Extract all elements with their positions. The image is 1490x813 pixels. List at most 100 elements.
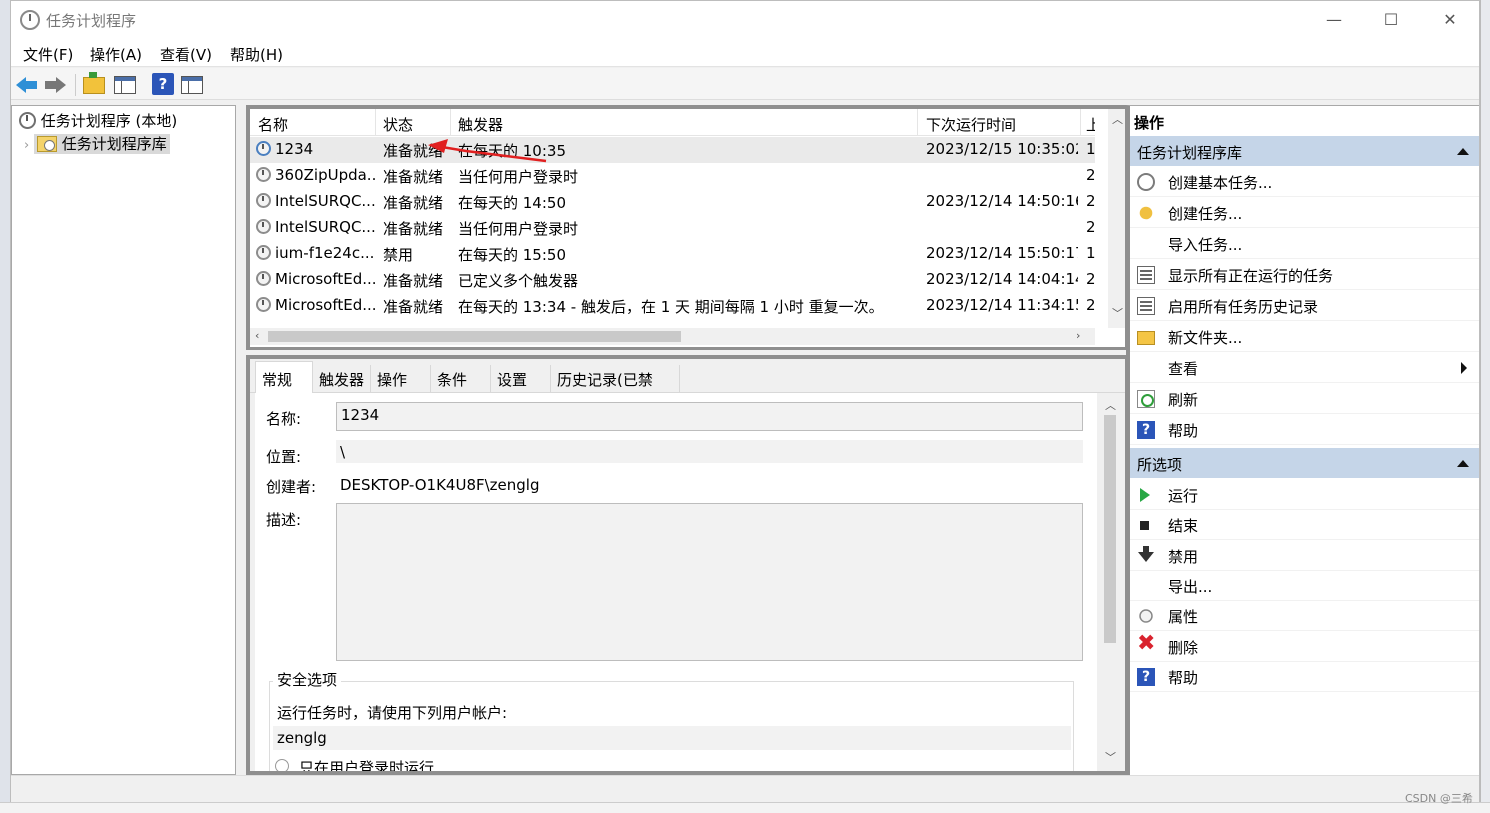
horizontal-scroll-thumb[interactable]: [268, 331, 681, 342]
run-as-user-field[interactable]: zenglg: [273, 726, 1071, 750]
table-row[interactable]: IntelSURQC... 准备就绪 当任何用户登录时 2: [250, 215, 1095, 241]
column-header-last-run[interactable]: 上: [1086, 114, 1095, 135]
tab-triggers[interactable]: 触发器: [313, 365, 371, 393]
task-trigger-cell: 在每天的 15:50: [458, 244, 913, 265]
run-only-logged-on-label: 只在用户登录时运行: [299, 759, 435, 771]
table-row[interactable]: IntelSURQC... 准备就绪 在每天的 14:50 2023/12/14 14…: [250, 189, 1095, 215]
action-item[interactable]: ? 帮助: [1130, 662, 1479, 692]
task-clock-icon: [256, 167, 271, 182]
table-row[interactable]: MicrosoftEd... 准备就绪 已定义多个触发器 2023/12/14 14:…: [250, 267, 1095, 293]
show-hide-action-pane-icon[interactable]: [181, 76, 203, 94]
description-field[interactable]: [336, 503, 1083, 661]
task-status-cell: 准备就绪: [383, 270, 449, 291]
table-row[interactable]: 1234 准备就绪 在每天的 10:35 2023/12/15 10:35:02 1: [250, 137, 1095, 163]
action-item-label: 查看: [1168, 360, 1199, 378]
tab-history[interactable]: 历史记录(已禁用): [551, 365, 680, 410]
actions-section-library[interactable]: 任务计划程序库: [1130, 136, 1479, 166]
action-item[interactable]: 查看: [1130, 353, 1479, 383]
action-item[interactable]: 刷新: [1130, 384, 1479, 414]
task-name-cell-text: 1234: [275, 140, 314, 158]
action-item[interactable]: 启用所有任务历史记录: [1130, 291, 1479, 321]
task-clock-icon: [256, 271, 271, 286]
details-scroll-up-arrow[interactable]: ︿: [1105, 397, 1116, 413]
action-item-label: 启用所有任务历史记录: [1168, 298, 1319, 316]
collapse-icon[interactable]: [1457, 460, 1469, 467]
taskbar-strip: [0, 802, 1490, 813]
task-last-run-cell-text: 2: [1086, 192, 1095, 210]
task-trigger-cell: 当任何用户登录时: [458, 218, 913, 239]
task-trigger-cell: 当任何用户登录时: [458, 166, 913, 187]
task-status-cell-text: 准备就绪: [383, 168, 444, 186]
action-item[interactable]: 导出...: [1130, 571, 1479, 601]
folder-icon: [1137, 331, 1155, 345]
menu-action[interactable]: 操作(A): [90, 44, 142, 65]
action-item-label: 帮助: [1168, 668, 1199, 687]
collapse-icon[interactable]: [1457, 148, 1469, 155]
run-only-logged-on-radio[interactable]: [275, 759, 289, 771]
task-name-cell: 1234: [256, 140, 376, 158]
menu-help[interactable]: 帮助(H): [230, 44, 283, 65]
action-item[interactable]: 显示所有正在运行的任务: [1130, 260, 1479, 290]
up-folder-icon[interactable]: [83, 72, 105, 94]
task-list: 名称 状态 触发器 下次运行时间 上 1234 准备就绪 在每天的 10:35 202…: [246, 105, 1129, 350]
location-label: 位置:: [266, 448, 302, 466]
task-trigger-cell-text: 在每天的 14:50: [458, 194, 566, 212]
action-item[interactable]: ✖ 删除: [1130, 632, 1479, 662]
scroll-left-arrow[interactable]: ‹: [255, 329, 259, 342]
column-header-status[interactable]: 状态: [383, 114, 413, 135]
maximize-button[interactable]: ☐: [1368, 7, 1414, 33]
action-item[interactable]: 结束: [1130, 510, 1479, 541]
name-field[interactable]: 1234: [336, 402, 1083, 431]
scroll-up-arrow[interactable]: ︿: [1112, 111, 1123, 127]
details-scroll-thumb[interactable]: [1104, 415, 1116, 643]
expander-icon[interactable]: ›: [24, 138, 29, 153]
close-button[interactable]: ✕: [1427, 7, 1473, 33]
help-icon[interactable]: ?: [152, 73, 174, 95]
menu-view[interactable]: 查看(V): [160, 44, 212, 65]
tab-conditions[interactable]: 条件: [431, 365, 491, 393]
title-bar[interactable]: 任务计划程序 — ☐ ✕: [11, 1, 1479, 39]
task-scheduler-app-icon: [20, 10, 40, 30]
tab-actions[interactable]: 操作: [371, 365, 431, 393]
action-item[interactable]: 运行: [1130, 480, 1479, 510]
back-icon[interactable]: [16, 73, 38, 95]
column-header-trigger[interactable]: 触发器: [458, 114, 503, 135]
menu-file[interactable]: 文件(F): [23, 44, 73, 65]
scroll-down-arrow[interactable]: ﹀: [1112, 305, 1123, 321]
details-vertical-scrollbar[interactable]: ︿ ﹀: [1099, 393, 1121, 771]
action-item-label: 创建任务...: [1168, 205, 1243, 223]
run-as-label: 运行任务时，请使用下列用户帐户:: [277, 704, 508, 722]
action-item[interactable]: 导入任务...: [1130, 229, 1479, 259]
show-hide-console-tree-icon[interactable]: [114, 76, 136, 94]
table-row[interactable]: ium-f1e24c... 禁用 在每天的 15:50 2023/12/14 15:5…: [250, 241, 1095, 267]
task-name-cell-text: 360ZipUpda...: [275, 166, 376, 184]
actions-section-selected[interactable]: 所选项: [1130, 448, 1479, 478]
task-next-run-cell: 2023/12/14 15:50:17: [926, 244, 1078, 262]
column-header-name[interactable]: 名称: [258, 114, 288, 135]
table-row[interactable]: 360ZipUpda... 准备就绪 当任何用户登录时 2: [250, 163, 1095, 189]
task-details-pane: 常规 触发器 操作 条件 设置 历史记录(已禁用) 名称: 1234 位置: \…: [246, 355, 1129, 775]
location-field[interactable]: \: [336, 440, 1083, 463]
action-item[interactable]: 禁用: [1130, 541, 1479, 571]
action-item-label: 刷新: [1168, 391, 1199, 409]
action-item[interactable]: 新文件夹...: [1130, 322, 1479, 352]
task-name-cell-text: IntelSURQC...: [275, 218, 376, 236]
tree-node-root[interactable]: 任务计划程序 (本地): [19, 110, 177, 131]
action-item-label: 运行: [1168, 487, 1199, 505]
task-list-vertical-scrollbar[interactable]: ︿ ﹀: [1108, 109, 1125, 328]
action-item[interactable]: 创建任务...: [1130, 198, 1479, 228]
table-row[interactable]: MicrosoftEd... 准备就绪 在每天的 13:34 - 触发后，在 1 天…: [250, 293, 1095, 319]
column-header-next-run[interactable]: 下次运行时间: [926, 114, 1016, 135]
action-item[interactable]: 属性: [1130, 601, 1479, 632]
action-item[interactable]: ? 帮助: [1130, 415, 1479, 445]
task-list-horizontal-scrollbar[interactable]: ‹ ›: [250, 328, 1095, 345]
tab-general[interactable]: 常规: [255, 361, 313, 394]
details-scroll-down-arrow[interactable]: ﹀: [1105, 749, 1116, 765]
forward-icon[interactable]: [44, 73, 66, 95]
tab-settings[interactable]: 设置: [491, 365, 551, 393]
minimize-button[interactable]: —: [1311, 7, 1357, 33]
task-status-cell: 准备就绪: [383, 218, 449, 239]
tree-node-library[interactable]: › 任务计划程序库: [24, 133, 170, 154]
scroll-right-arrow[interactable]: ›: [1076, 329, 1080, 342]
action-item[interactable]: 创建基本任务...: [1130, 167, 1479, 197]
